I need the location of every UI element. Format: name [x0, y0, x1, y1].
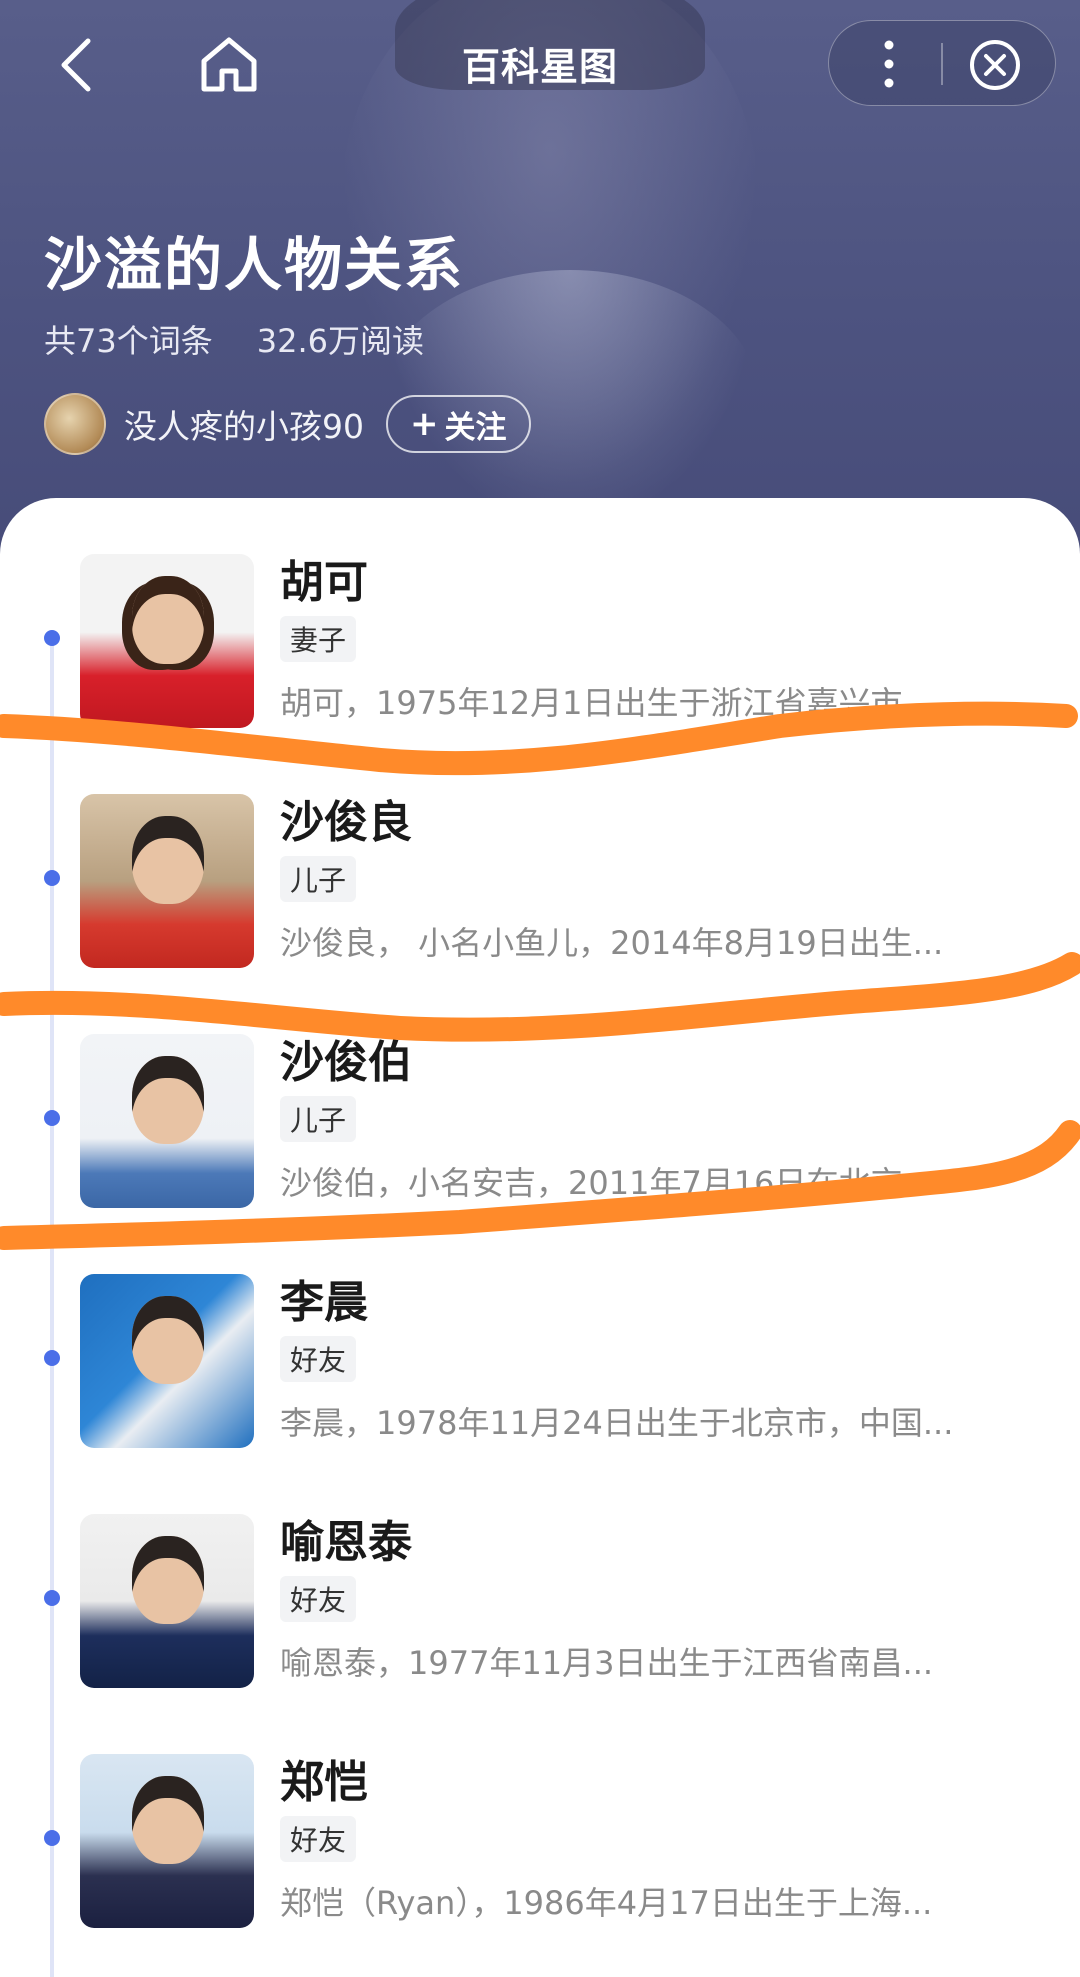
person-name: 沙俊伯	[280, 1037, 412, 1088]
list-item[interactable]: 沙俊伯 儿子 沙俊伯，小名安吉，2011年7月16日在北京...	[0, 978, 1080, 1218]
person-photo[interactable]	[80, 1274, 254, 1448]
person-photo[interactable]	[80, 554, 254, 728]
follow-label: 关注	[444, 409, 507, 446]
list-item[interactable]: 胡可 妻子 胡可，1975年12月1日出生于浙江省嘉兴市...	[0, 498, 1080, 738]
mini-program-capsule	[828, 20, 1056, 106]
top-bar: 百科星图	[0, 0, 1080, 130]
person-photo[interactable]	[80, 794, 254, 968]
relation-tag: 好友	[280, 1336, 357, 1382]
close-circle-icon[interactable]	[967, 37, 1023, 93]
more-vertical-icon[interactable]	[869, 37, 909, 91]
person-description: 沙俊良， 小名小鱼儿，2014年8月19日出生...	[280, 924, 944, 962]
relation-tag: 好友	[280, 1576, 357, 1622]
avatar[interactable]	[44, 393, 106, 455]
relation-tag: 妻子	[280, 616, 357, 662]
relation-tag: 儿子	[280, 856, 357, 902]
person-photo[interactable]	[80, 1514, 254, 1688]
relation-list: 胡可 妻子 胡可，1975年12月1日出生于浙江省嘉兴市... 沙俊良 儿子 沙…	[0, 498, 1080, 1977]
read-count: 32.6万阅读	[256, 322, 424, 360]
timeline-dot	[44, 870, 60, 886]
page: 百科星图 沙溢的人物关系 共73个词条 32.6万阅读 没人疼的小孩90 + 关注	[0, 0, 1080, 1977]
person-photo[interactable]	[80, 1034, 254, 1208]
list-item[interactable]: 郑恺 好友 郑恺（Ryan），1986年4月17日出生于上海...	[0, 1698, 1080, 1938]
stats-row: 共73个词条 32.6万阅读	[44, 316, 424, 362]
list-item[interactable]: 沙俊良 儿子 沙俊良， 小名小鱼儿，2014年8月19日出生...	[0, 738, 1080, 978]
person-name: 沙俊良	[280, 797, 412, 848]
timeline-dot	[44, 630, 60, 646]
person-description: 喻恩泰，1977年11月3日出生于江西省南昌...	[280, 1644, 934, 1682]
page-title: 沙溢的人物关系	[44, 231, 465, 299]
timeline-dot	[44, 1590, 60, 1606]
plus-icon: +	[410, 404, 439, 444]
person-photo[interactable]	[80, 1754, 254, 1928]
timeline-dot	[44, 1350, 60, 1366]
person-name: 李晨	[280, 1277, 368, 1328]
person-description: 李晨，1978年11月24日出生于北京市，中国...	[280, 1404, 954, 1442]
person-name: 喻恩泰	[280, 1517, 412, 1568]
person-name: 郑恺	[280, 1757, 368, 1808]
timeline-dot	[44, 1830, 60, 1846]
header-hero: 百科星图 沙溢的人物关系 共73个词条 32.6万阅读 没人疼的小孩90 + 关注	[0, 0, 1080, 560]
person-description: 沙俊伯，小名安吉，2011年7月16日在北京...	[280, 1164, 934, 1202]
entry-count: 共73个词条	[44, 322, 213, 360]
person-description: 胡可，1975年12月1日出生于浙江省嘉兴市...	[280, 684, 934, 722]
author-row: 没人疼的小孩90 + 关注	[44, 392, 531, 456]
follow-button[interactable]: + 关注	[386, 395, 531, 453]
timeline-dot	[44, 1110, 60, 1126]
person-name: 胡可	[280, 557, 368, 608]
list-item[interactable]: 喻恩泰 好友 喻恩泰，1977年11月3日出生于江西省南昌...	[0, 1458, 1080, 1698]
relation-tag: 好友	[280, 1816, 357, 1862]
person-description: 郑恺（Ryan），1986年4月17日出生于上海...	[280, 1884, 933, 1922]
author-name[interactable]: 没人疼的小孩90	[124, 400, 364, 448]
relation-tag: 儿子	[280, 1096, 357, 1142]
list-item[interactable]: 李晨 好友 李晨，1978年11月24日出生于北京市，中国...	[0, 1218, 1080, 1458]
